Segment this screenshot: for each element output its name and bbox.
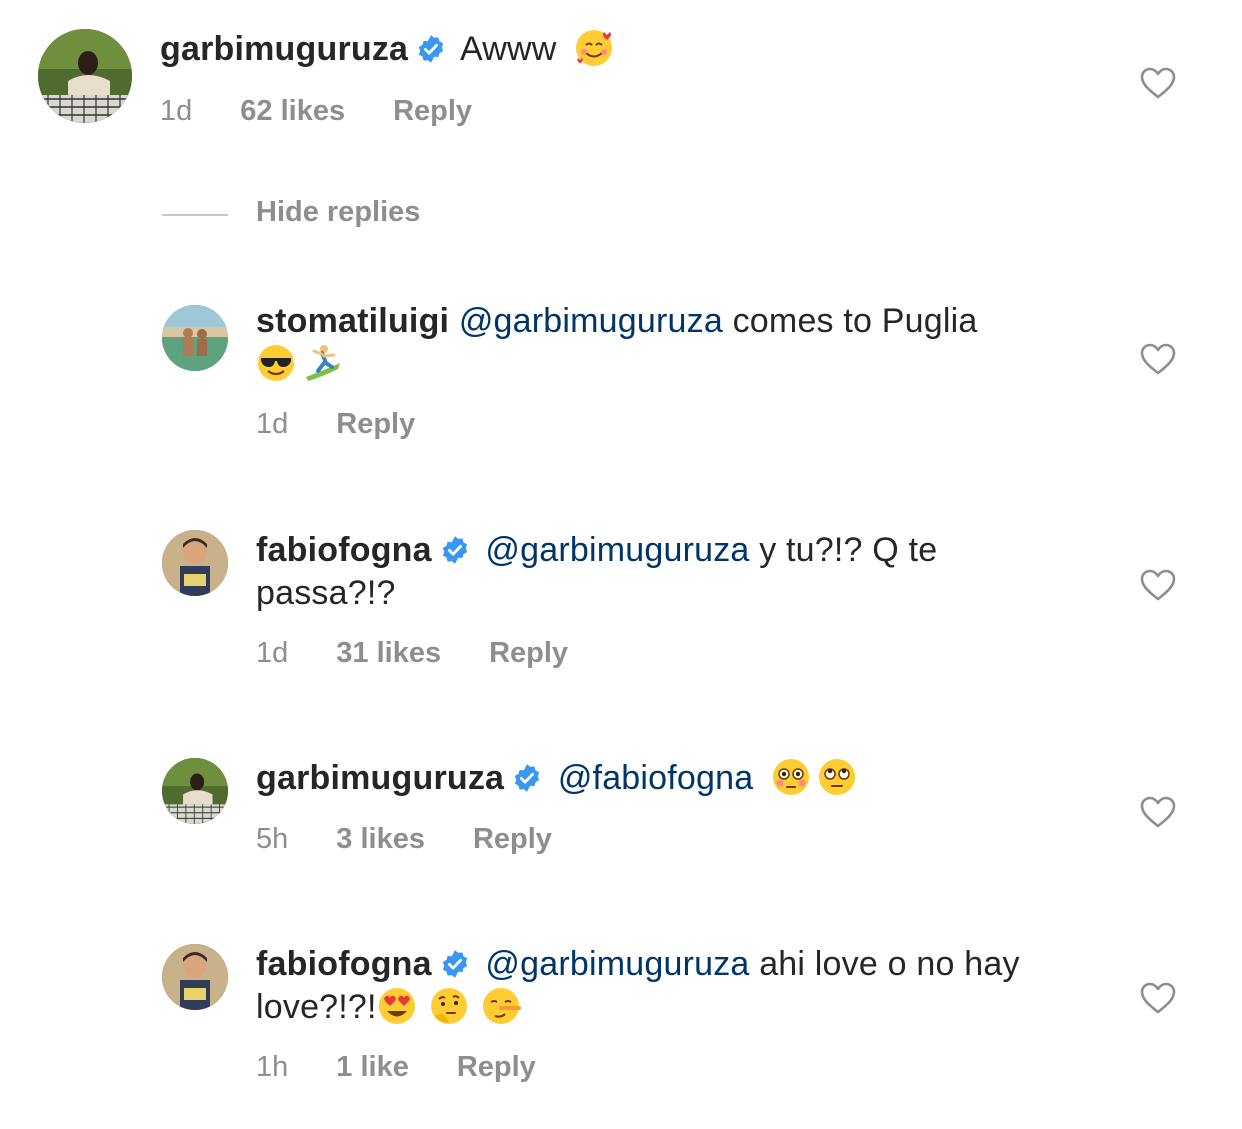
heart-icon[interactable] xyxy=(1139,981,1177,1015)
reply-button[interactable]: Reply xyxy=(473,823,552,856)
comment-meta: 1d Reply xyxy=(256,408,415,441)
verified-badge-icon xyxy=(419,35,444,63)
lying-face-icon xyxy=(481,986,521,1026)
reply-button[interactable]: Reply xyxy=(393,95,472,128)
hide-replies-button[interactable]: Hide replies xyxy=(256,196,420,229)
likes-count[interactable]: 3 likes xyxy=(336,823,425,856)
rolling-eyes-face-icon xyxy=(817,757,857,797)
comment-text: garbimuguruza @fabiofogna xyxy=(256,757,1076,800)
comment-top: garbimuguruza Awww 1d 62 likes Reply xyxy=(0,0,1242,160)
likes-count[interactable]: 1 like xyxy=(336,1051,409,1084)
avatar-fabiofogna[interactable] xyxy=(162,530,228,596)
verified-badge-icon xyxy=(515,764,540,792)
likes-count[interactable]: 31 likes xyxy=(336,637,441,670)
username[interactable]: garbimuguruza xyxy=(256,759,504,797)
timestamp: 1h xyxy=(256,1051,289,1083)
reply-comment: garbimuguruza @fabiofogna 5h 3 likes Reply xyxy=(0,750,1242,890)
verified-badge-icon xyxy=(442,950,467,978)
reply-comment: fabiofogna @garbimuguruza ahi love o no … xyxy=(0,935,1242,1105)
heart-icon[interactable] xyxy=(1139,568,1177,602)
comment-body: Awww xyxy=(459,30,557,68)
timestamp: 1d xyxy=(160,95,193,127)
avatar-stomatiluigi[interactable] xyxy=(162,305,228,371)
comment-text: stomatiluigi @garbimuguruza comes to Pug… xyxy=(256,300,1076,386)
comment-meta: 5h 3 likes Reply xyxy=(256,823,552,856)
comment-text: fabiofogna @garbimuguruza ahi love o no … xyxy=(256,943,1076,1029)
avatar-fabiofogna[interactable] xyxy=(162,944,228,1010)
comment-text: fabiofogna @garbimuguruza y tu?!? Q te p… xyxy=(256,529,1076,615)
avatar-photo xyxy=(162,305,228,371)
flushed-face-icon xyxy=(771,757,811,797)
reply-button[interactable]: Reply xyxy=(457,1051,536,1084)
timestamp: 5h xyxy=(256,823,289,855)
mention-link[interactable]: @garbimuguruza xyxy=(459,302,723,340)
smiling-face-with-hearts-icon xyxy=(574,28,614,68)
hide-replies-divider xyxy=(162,214,228,216)
heart-icon[interactable] xyxy=(1139,342,1177,376)
comment-text: garbimuguruza Awww xyxy=(160,28,1080,71)
username[interactable]: fabiofogna xyxy=(256,531,432,569)
smiling-face-with-sunglasses-icon xyxy=(256,343,296,383)
reply-button[interactable]: Reply xyxy=(489,637,568,670)
reply-button[interactable]: Reply xyxy=(336,408,415,441)
reply-comment: stomatiluigi @garbimuguruza comes to Pug… xyxy=(0,290,1242,460)
heart-icon[interactable] xyxy=(1139,795,1177,829)
person-surfing-icon xyxy=(302,343,342,383)
likes-count[interactable]: 62 likes xyxy=(240,95,345,128)
avatar-garbimuguruza[interactable] xyxy=(162,758,228,824)
username[interactable]: fabiofogna xyxy=(256,945,432,983)
comment-body: comes to Puglia xyxy=(732,302,978,340)
comment-meta: 1d 31 likes Reply xyxy=(256,637,568,670)
mention-link[interactable]: @garbimuguruza xyxy=(485,945,749,983)
mention-link[interactable]: @fabiofogna xyxy=(558,759,754,797)
heart-eyes-face-icon xyxy=(377,986,417,1026)
username[interactable]: garbimuguruza xyxy=(160,30,408,68)
comment-meta: 1d 62 likes Reply xyxy=(160,95,472,128)
verified-badge-icon xyxy=(442,536,467,564)
reply-comment: fabiofogna @garbimuguruza y tu?!? Q te p… xyxy=(0,520,1242,690)
timestamp: 1d xyxy=(256,637,289,669)
timestamp: 1d xyxy=(256,408,289,440)
avatar-garbimuguruza[interactable] xyxy=(38,29,132,123)
avatar-photo xyxy=(162,944,228,1010)
avatar-photo xyxy=(162,530,228,596)
username[interactable]: stomatiluigi xyxy=(256,302,449,340)
avatar-photo xyxy=(162,758,228,824)
heart-icon[interactable] xyxy=(1139,66,1177,100)
avatar-photo xyxy=(38,29,132,123)
mention-link[interactable]: @garbimuguruza xyxy=(485,531,749,569)
thinking-face-icon xyxy=(429,986,469,1026)
comment-meta: 1h 1 like Reply xyxy=(256,1051,536,1084)
